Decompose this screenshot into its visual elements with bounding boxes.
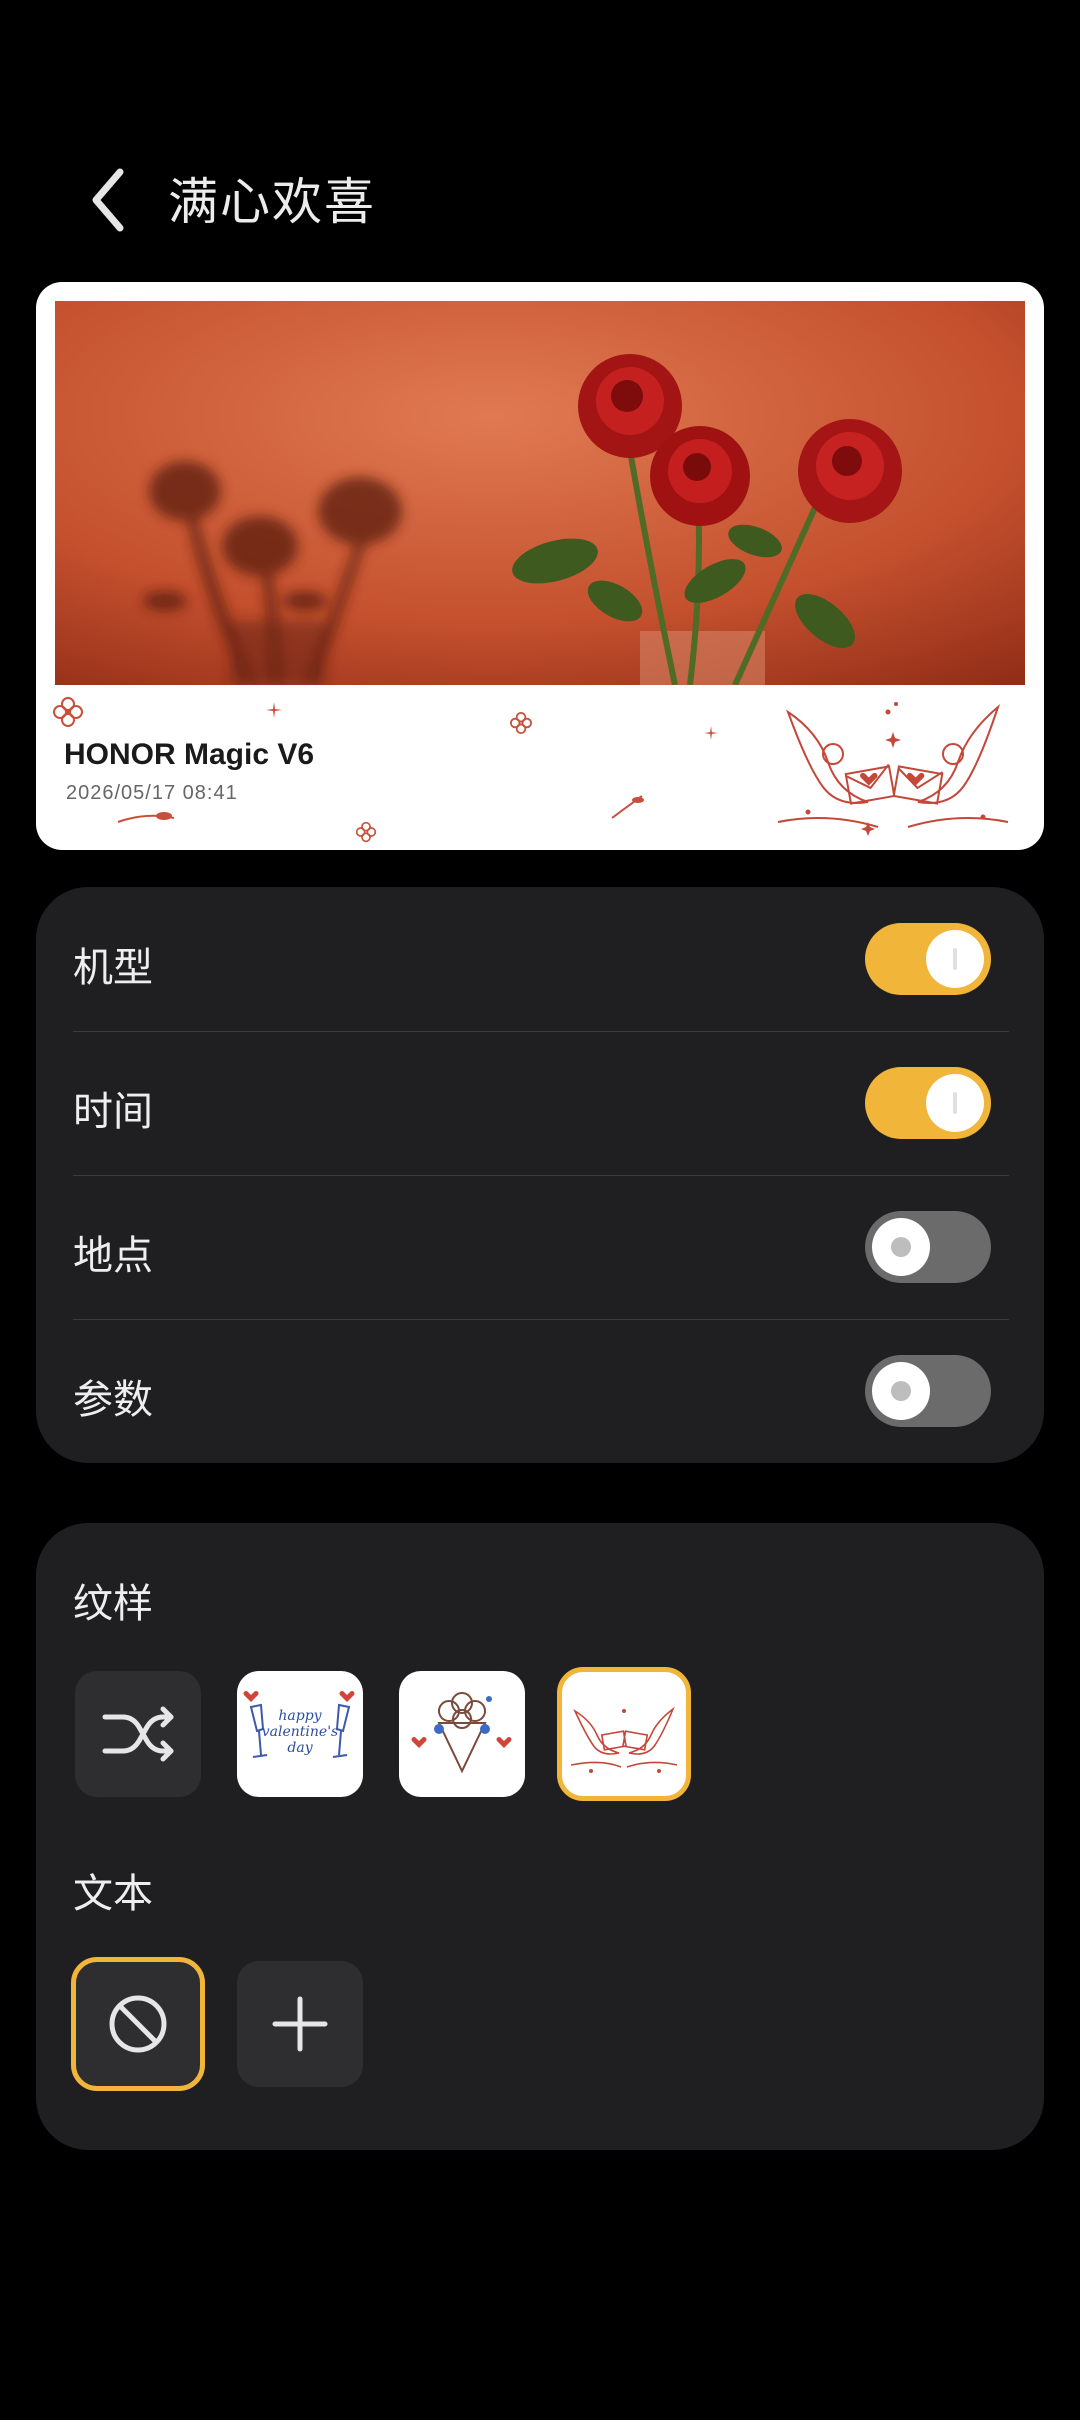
sparkle-icon: [266, 702, 282, 718]
leaf-doodle-icon: [117, 812, 175, 823]
toggle-row-model[interactable]: 机型: [73, 887, 1009, 1031]
rose-photo: [55, 301, 1025, 685]
text-none-tile[interactable]: [71, 1957, 205, 2091]
pattern-text-line: happy: [278, 1708, 322, 1724]
parameters-switch[interactable]: [865, 1355, 991, 1427]
chevron-left-icon: [92, 168, 124, 232]
location-switch[interactable]: [865, 1211, 991, 1283]
capture-timestamp: 2026/05/17 08:41: [66, 782, 238, 804]
flower-doodle-icon: [509, 711, 533, 735]
time-switch[interactable]: [865, 1067, 991, 1139]
toggle-label: 机型: [73, 945, 153, 991]
switch-knob: [872, 1218, 930, 1276]
toggle-row-time[interactable]: 时间: [73, 1031, 1009, 1175]
leaf-doodle-icon: [611, 795, 644, 819]
sparkle-icon: [704, 726, 718, 740]
flower-doodle-icon: [355, 821, 377, 843]
header: 满心欢喜: [0, 120, 1080, 280]
pattern-text-line: valentine's: [261, 1724, 339, 1740]
bouquet-icon: [411, 1692, 512, 1774]
doves-sticker: [777, 702, 1009, 836]
style-panel: 纹样 happy valentine's day 文本: [36, 1523, 1044, 2150]
pattern-text-line: day: [287, 1740, 313, 1756]
device-name: HONOR Magic V6: [64, 738, 315, 771]
pattern-doves-tile[interactable]: [557, 1667, 691, 1801]
doves-icon: [570, 1706, 678, 1773]
toggle-label: 地点: [73, 1233, 153, 1279]
text-add-tile[interactable]: [237, 1961, 363, 2087]
switch-knob: [926, 1074, 984, 1132]
pattern-bouquet-tile[interactable]: [399, 1671, 525, 1797]
text-section-title: 文本: [73, 1871, 153, 1917]
info-toggles-panel: 机型 时间 地点 参数: [36, 887, 1044, 1463]
switch-knob: [872, 1362, 930, 1420]
toggle-row-location[interactable]: 地点: [73, 1175, 1009, 1319]
toggle-label: 参数: [73, 1377, 153, 1423]
pattern-shuffle-tile[interactable]: [75, 1671, 201, 1797]
model-switch[interactable]: [865, 923, 991, 995]
no-entry-icon: [109, 1995, 167, 2053]
shuffle-icon: [102, 1706, 174, 1762]
toggle-label: 时间: [73, 1089, 153, 1135]
back-button[interactable]: [70, 160, 150, 240]
pattern-valentine-tile[interactable]: happy valentine's day: [237, 1671, 363, 1797]
plus-icon: [272, 1996, 328, 2052]
toggle-row-parameters[interactable]: 参数: [73, 1319, 1009, 1463]
watermark-preview-card: HONOR Magic V6 2026/05/17 08:41: [36, 282, 1044, 850]
switch-knob: [926, 930, 984, 988]
page-title: 满心欢喜: [168, 173, 376, 231]
pattern-section-title: 纹样: [73, 1581, 153, 1627]
flower-doodle-icon: [53, 697, 83, 727]
